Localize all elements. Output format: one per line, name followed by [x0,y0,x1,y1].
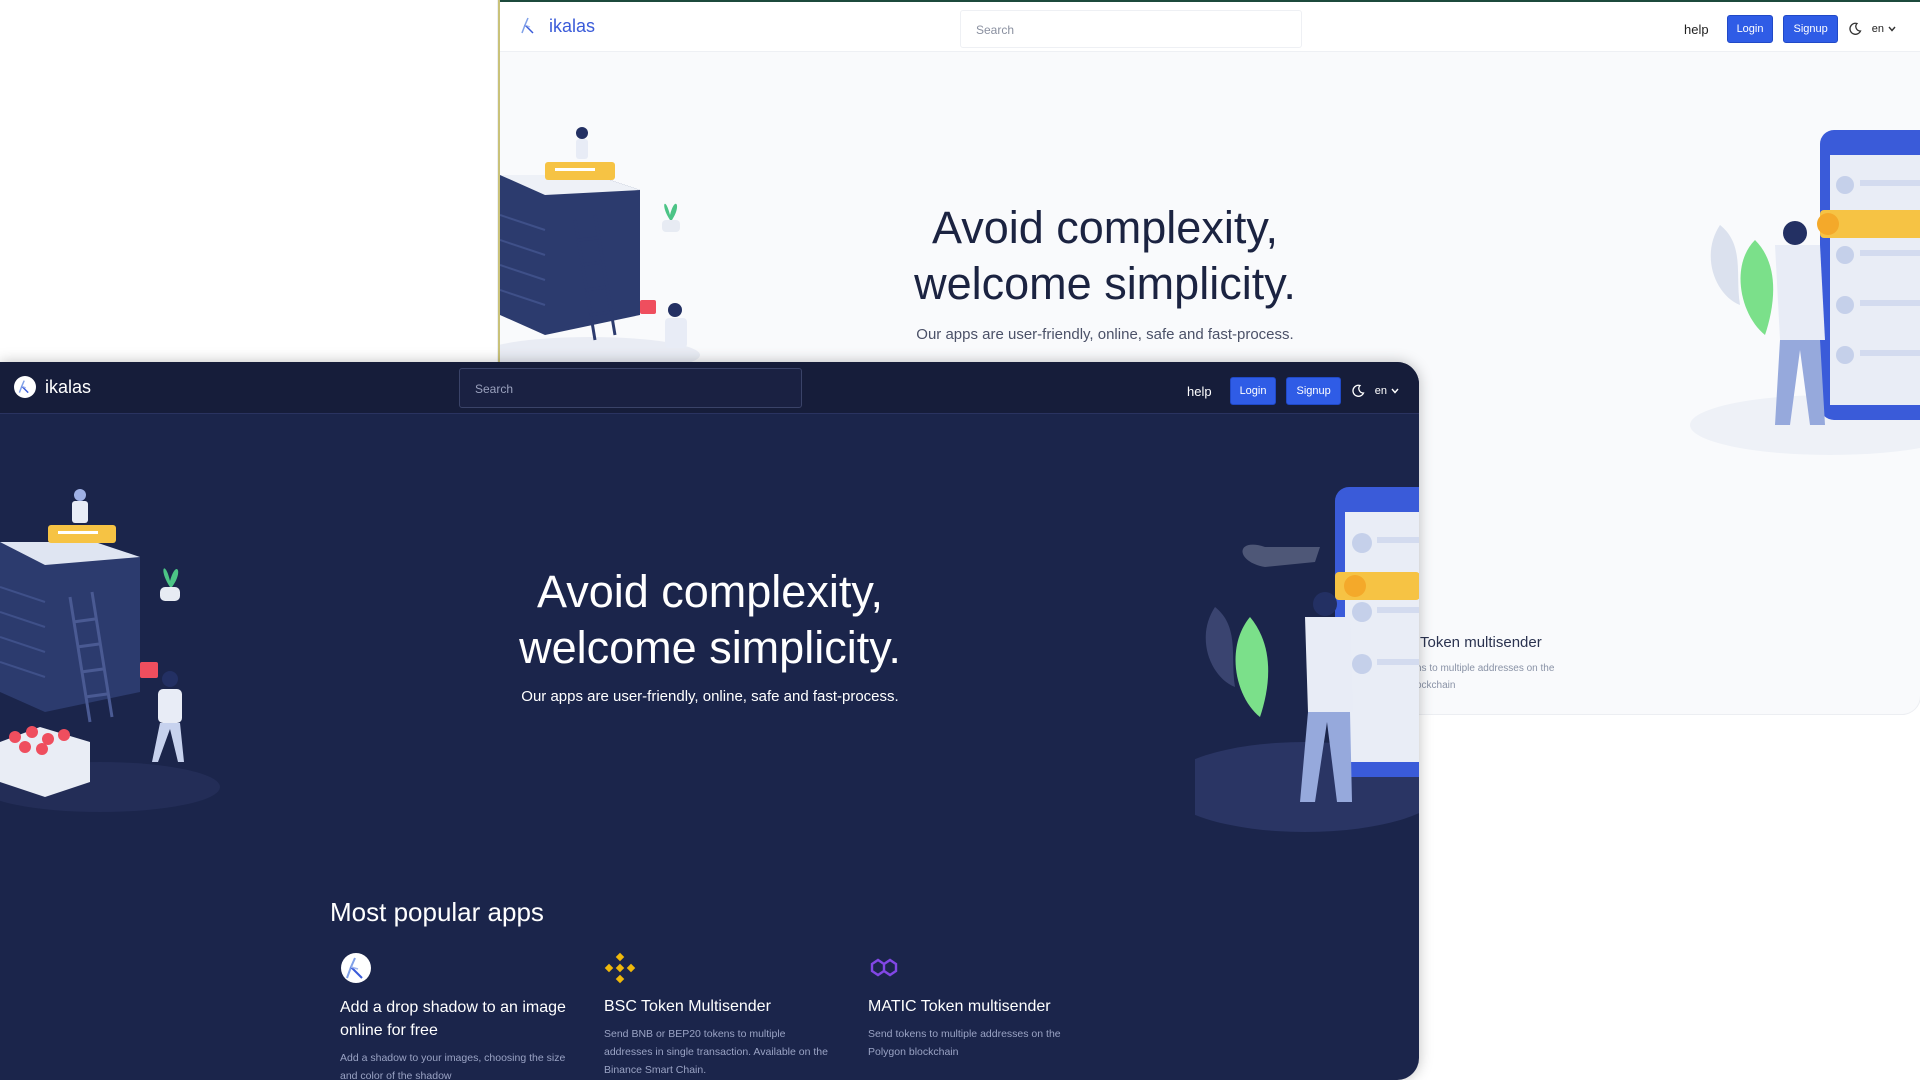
language-label: en [1871,23,1884,35]
language-label: en [1374,385,1387,397]
top-navbar: ikalas Search help Login Signup en [0,362,1419,414]
brand-logo[interactable]: ikalas [14,376,91,398]
hero-title-line-2: welcome simplicity. [914,258,1296,309]
app-card-description: Add a shadow to your images, choosing th… [340,1052,566,1080]
app-card-description: Send tokens to multiple addresses on the… [868,1028,1061,1058]
hero-title-line-2: welcome simplicity. [519,622,901,673]
nav-actions: help Login Signup en [1684,15,1896,43]
login-button[interactable]: Login [1726,15,1774,43]
phone-user-illustration [1195,487,1419,832]
hero-title: Avoid complexity, welcome simplicity. [885,200,1325,312]
app-card-title[interactable]: Add a drop shadow to an image online for… [340,996,570,1042]
chevron-down-icon [1888,26,1896,32]
ikalas-logo-icon [340,952,372,984]
app-card-title[interactable]: BSC Token Multisender [604,995,834,1018]
search-input[interactable]: Search [459,368,802,408]
app-card-matic-multisender[interactable]: MATIC Token multisender Send tokens to m… [868,952,1098,1061]
nav-actions: help Login Signup en [1187,377,1399,405]
app-card-bsc-multisender[interactable]: BSC Token Multisender Send BNB or BEP20 … [604,952,834,1079]
brand-name: ikalas [549,15,596,36]
hero-subtitle: Our apps are user-friendly, online, safe… [916,326,1294,343]
hero-title-line-1: Avoid complexity, [537,566,883,617]
signup-button[interactable]: Signup [1286,377,1341,405]
app-card-title[interactable]: Token multisender [1420,634,1542,651]
app-card-title[interactable]: MATIC Token multisender [868,995,1098,1018]
moon-icon[interactable] [1848,22,1862,36]
app-card-description-line-2: ockchain [1416,680,1456,691]
dark-theme-window: ikalas Search help Login Signup en Avoid… [0,362,1419,1080]
app-card-drop-shadow[interactable]: Add a drop shadow to an image online for… [340,952,570,1080]
login-button[interactable]: Login [1229,377,1277,405]
language-selector[interactable]: en [1375,385,1399,397]
polygon-icon [868,952,900,984]
binance-icon [604,952,636,984]
server-stack-illustration [500,127,700,370]
help-link[interactable]: help [1187,384,1212,399]
chevron-down-icon [1391,388,1399,394]
help-link[interactable]: help [1684,22,1709,37]
app-card-description: ns to multiple addresses on the ockchain [1416,660,1576,694]
top-navbar: ikalas Search help Login Signup en [500,2,1920,52]
ikalas-logo-icon [14,376,36,398]
app-card-description-line-1: ns to multiple addresses on the [1416,663,1555,674]
signup-button[interactable]: Signup [1783,15,1838,43]
language-selector[interactable]: en [1872,23,1896,35]
hero-subtitle: Our apps are user-friendly, online, safe… [521,688,899,705]
app-card-description: Send BNB or BEP20 tokens to multiple add… [604,1028,828,1076]
server-stack-illustration [0,489,220,812]
phone-user-illustration [1690,130,1920,455]
moon-icon[interactable] [1351,384,1365,398]
search-input[interactable]: Search [960,10,1302,48]
brand-logo[interactable]: ikalas [518,15,595,37]
section-title: Most popular apps [330,897,544,927]
hero-title-line-1: Avoid complexity, [932,202,1278,253]
brand-name: ikalas [45,376,92,397]
ikalas-logo-icon [518,15,540,37]
hero-title: Avoid complexity, welcome simplicity. [490,564,930,676]
